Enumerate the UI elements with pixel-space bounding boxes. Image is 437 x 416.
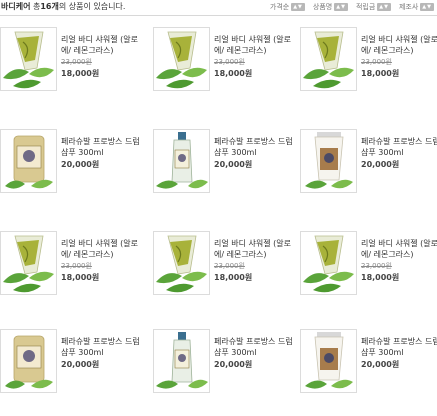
product-image[interactable]	[300, 329, 357, 393]
sale-price: 20,000원	[214, 160, 253, 169]
product-image[interactable]	[153, 129, 210, 193]
product-info: 페라슈발 프로방스 드럼 샴푸 300ml 20,000원	[361, 336, 437, 370]
product-grid: 리얼 바디 샤워젤 (알로에/ 레몬그라스) 23,000원 18,000원 리…	[0, 22, 437, 410]
count-prefix: 총	[30, 2, 41, 11]
original-price: 23,000원	[61, 58, 92, 66]
original-price: 23,000원	[61, 262, 92, 270]
original-price: 23,000원	[361, 262, 392, 270]
original-price: 23,000원	[214, 58, 245, 66]
product-count-text: 바디케어 총16개의 상품이 있습니다.	[1, 1, 125, 12]
product-name[interactable]: 페라슈발 프로방스 드럼 샴푸 300ml	[361, 336, 437, 358]
product-name[interactable]: 리얼 바디 샤워젤 (알로에/ 레몬그라스)	[361, 34, 437, 56]
sale-price: 20,000원	[214, 360, 253, 369]
product-card[interactable]: 리얼 바디 샤워젤 (알로에/ 레몬그라스) 23,000원 18,000원	[0, 226, 148, 318]
sale-price: 20,000원	[361, 360, 400, 369]
product-name[interactable]: 페라슈발 프로방스 드럼 샴푸 300ml	[61, 136, 147, 158]
product-info: 리얼 바디 샤워젤 (알로에/ 레몬그라스) 23,000원 18,000원	[361, 34, 437, 79]
product-info: 리얼 바디 샤워젤 (알로에/ 레몬그라스) 23,000원 18,000원	[214, 238, 300, 283]
product-info: 페라슈발 프로방스 드럼 샴푸 300ml 20,000원	[61, 136, 147, 170]
product-name[interactable]: 리얼 바디 샤워젤 (알로에/ 레몬그라스)	[214, 34, 300, 56]
sale-price: 20,000원	[61, 160, 100, 169]
product-image[interactable]	[153, 329, 210, 393]
product-card[interactable]: 페라슈발 프로방스 드럼 샴푸 300ml 20,000원	[153, 324, 301, 416]
product-name[interactable]: 페라슈발 프로방스 드럼 샴푸 300ml	[61, 336, 147, 358]
product-name[interactable]: 페라슈발 프로방스 드럼 샴푸 300ml	[214, 136, 300, 158]
product-image[interactable]	[0, 329, 57, 393]
product-card[interactable]: 페라슈발 프로방스 드럼 샴푸 300ml 20,000원	[0, 324, 148, 416]
product-info: 페라슈발 프로방스 드럼 샴푸 300ml 20,000원	[214, 136, 300, 170]
sale-price: 18,000원	[361, 273, 400, 282]
product-card[interactable]: 페라슈발 프로방스 드럼 샴푸 300ml 20,000원	[0, 124, 148, 216]
product-card[interactable]: 리얼 바디 샤워젤 (알로에/ 레몬그라스) 23,000원 18,000원	[153, 22, 301, 114]
product-image[interactable]	[300, 231, 357, 295]
sort-label: 상품명	[312, 3, 333, 11]
sort-arrows-icon[interactable]: ▲▼	[377, 3, 391, 11]
product-name[interactable]: 페라슈발 프로방스 드럼 샴푸 300ml	[214, 336, 300, 358]
sale-price: 18,000원	[361, 69, 400, 78]
product-name[interactable]: 리얼 바디 샤워젤 (알로에/ 레몬그라스)	[61, 238, 147, 260]
product-info: 리얼 바디 샤워젤 (알로에/ 레몬그라스) 23,000원 18,000원	[361, 238, 437, 283]
sale-price: 18,000원	[214, 69, 253, 78]
product-name[interactable]: 리얼 바디 샤워젤 (알로에/ 레몬그라스)	[61, 34, 147, 56]
product-card[interactable]: 페라슈발 프로방스 드럼 샴푸 300ml 20,000원	[300, 324, 437, 416]
sort-label: 가격순	[269, 3, 290, 11]
sale-price: 18,000원	[61, 273, 100, 282]
sale-price: 18,000원	[214, 273, 253, 282]
product-image[interactable]	[0, 27, 57, 91]
product-image[interactable]	[0, 129, 57, 193]
product-count: 16개	[40, 2, 59, 11]
sort-by-points[interactable]: 적립금 ▲▼	[356, 2, 391, 12]
product-image[interactable]	[153, 27, 210, 91]
count-suffix: 의 상품이 있습니다.	[58, 2, 126, 11]
sale-price: 20,000원	[61, 360, 100, 369]
sort-arrows-icon[interactable]: ▲▼	[420, 3, 434, 11]
sort-arrows-icon[interactable]: ▲▼	[334, 3, 348, 11]
header-divider	[0, 15, 437, 16]
original-price: 23,000원	[361, 58, 392, 66]
original-price: 23,000원	[214, 262, 245, 270]
sort-arrows-icon[interactable]: ▲▼	[291, 3, 305, 11]
product-image[interactable]	[153, 231, 210, 295]
sale-price: 18,000원	[61, 69, 100, 78]
product-name[interactable]: 페라슈발 프로방스 드럼 샴푸 300ml	[361, 136, 437, 158]
product-info: 리얼 바디 샤워젤 (알로에/ 레몬그라스) 23,000원 18,000원	[61, 238, 147, 283]
category-name: 바디케어	[1, 2, 31, 11]
sale-price: 20,000원	[361, 160, 400, 169]
product-image[interactable]	[0, 231, 57, 295]
product-card[interactable]: 리얼 바디 샤워젤 (알로에/ 레몬그라스) 23,000원 18,000원	[300, 22, 437, 114]
product-info: 리얼 바디 샤워젤 (알로에/ 레몬그라스) 23,000원 18,000원	[214, 34, 300, 79]
sort-by-name[interactable]: 상품명 ▲▼	[313, 2, 348, 12]
product-info: 리얼 바디 샤워젤 (알로에/ 레몬그라스) 23,000원 18,000원	[61, 34, 147, 79]
product-name[interactable]: 리얼 바디 샤워젤 (알로에/ 레몬그라스)	[214, 238, 300, 260]
sort-label: 제조사	[398, 3, 419, 11]
product-card[interactable]: 리얼 바디 샤워젤 (알로에/ 레몬그라스) 23,000원 18,000원	[300, 226, 437, 318]
listing-header: 바디케어 총16개의 상품이 있습니다. 가격순 ▲▼ 상품명 ▲▼ 적립금 ▲▼ 제…	[0, 0, 437, 18]
product-image[interactable]	[300, 129, 357, 193]
product-info: 페라슈발 프로방스 드럼 샴푸 300ml 20,000원	[61, 336, 147, 370]
product-image[interactable]	[300, 27, 357, 91]
product-card[interactable]: 리얼 바디 샤워젤 (알로에/ 레몬그라스) 23,000원 18,000원	[0, 22, 148, 114]
sort-by-price[interactable]: 가격순 ▲▼	[270, 2, 305, 12]
product-card[interactable]: 리얼 바디 샤워젤 (알로에/ 레몬그라스) 23,000원 18,000원	[153, 226, 301, 318]
sort-by-maker[interactable]: 제조사 ▲▼	[399, 2, 434, 12]
product-card[interactable]: 페라슈발 프로방스 드럼 샴푸 300ml 20,000원	[153, 124, 301, 216]
product-info: 페라슈발 프로방스 드럼 샴푸 300ml 20,000원	[214, 336, 300, 370]
sort-bar: 가격순 ▲▼ 상품명 ▲▼ 적립금 ▲▼ 제조사 ▲▼	[270, 2, 434, 12]
product-info: 페라슈발 프로방스 드럼 샴푸 300ml 20,000원	[361, 136, 437, 170]
product-card[interactable]: 페라슈발 프로방스 드럼 샴푸 300ml 20,000원	[300, 124, 437, 216]
product-name[interactable]: 리얼 바디 샤워젤 (알로에/ 레몬그라스)	[361, 238, 437, 260]
sort-label: 적립금	[355, 3, 376, 11]
